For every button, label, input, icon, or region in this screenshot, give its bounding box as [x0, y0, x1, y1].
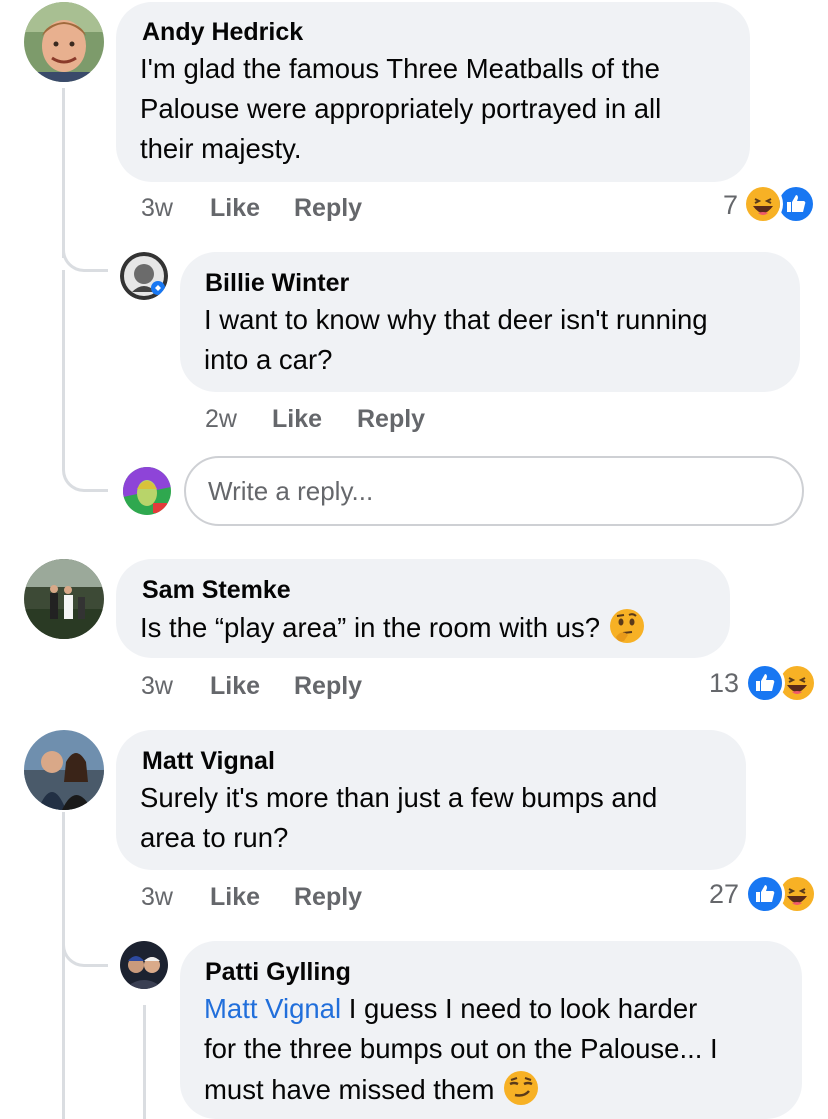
thread-line — [62, 965, 65, 1119]
avatar[interactable] — [24, 730, 104, 810]
comment-text-line: must have missed them — [204, 1069, 540, 1110]
comment-text-line: Palouse were appropriately portrayed in … — [140, 93, 662, 124]
comment-text-line: Is the “play area” in the room with us? — [140, 607, 646, 648]
comment-text-line: I'm glad the famous Three Meatballs of t… — [140, 53, 660, 84]
comment-author[interactable]: Sam Stemke — [142, 575, 291, 605]
like-icon — [745, 663, 785, 703]
comment-time[interactable]: 3w — [141, 671, 173, 701]
reply-button[interactable]: Reply — [294, 671, 362, 701]
comment-time[interactable]: 3w — [141, 882, 173, 912]
reaction-count[interactable]: 7 — [700, 190, 738, 220]
thread-line — [143, 1005, 146, 1119]
comment-author[interactable]: Andy Hedrick — [142, 17, 303, 47]
comment-text-line: area to run? — [140, 822, 289, 853]
avatar — [123, 467, 171, 515]
reply-button[interactable]: Reply — [294, 882, 362, 912]
avatar[interactable] — [24, 559, 104, 639]
reply-input-box[interactable] — [184, 456, 804, 526]
comment-text: must have missed them — [204, 1074, 495, 1105]
comment-text-line: their majesty. — [140, 133, 302, 164]
comment-time[interactable]: 2w — [205, 404, 237, 434]
avatar[interactable] — [120, 941, 168, 989]
thinking-face-icon — [608, 607, 646, 645]
thread-connector — [62, 240, 108, 272]
thread-line — [62, 88, 65, 258]
avatar[interactable] — [120, 252, 168, 300]
mention-link[interactable]: Matt Vignal — [204, 993, 341, 1024]
reply-button[interactable]: Reply — [294, 193, 362, 223]
comment-text-line: I want to know why that deer isn't runni… — [204, 304, 708, 335]
haha-icon — [743, 184, 783, 224]
comment-text: Is the “play area” in the room with us? — [140, 612, 601, 643]
avatar[interactable] — [24, 2, 104, 82]
comment-text: I guess I need to look harder — [341, 993, 698, 1024]
like-button[interactable]: Like — [210, 882, 260, 912]
like-icon — [745, 874, 785, 914]
reply-button[interactable]: Reply — [357, 404, 425, 434]
smirking-face-icon — [502, 1069, 540, 1107]
comment-text-line: for the three bumps out on the Palouse..… — [204, 1033, 718, 1064]
comment-text-line: Matt Vignal I guess I need to look harde… — [204, 989, 697, 1029]
comment-text-line: into a car? — [204, 344, 333, 375]
like-button[interactable]: Like — [210, 671, 260, 701]
like-button[interactable]: Like — [210, 193, 260, 223]
thread-line — [62, 270, 65, 470]
thread-connector — [62, 935, 108, 967]
comment-author[interactable]: Matt Vignal — [142, 746, 275, 776]
like-button[interactable]: Like — [272, 404, 322, 434]
comment-time[interactable]: 3w — [141, 193, 173, 223]
thread-connector — [62, 455, 108, 492]
reaction-count[interactable]: 13 — [695, 668, 739, 698]
reply-input[interactable] — [208, 458, 768, 524]
comment-author[interactable]: Billie Winter — [205, 268, 349, 298]
reaction-count[interactable]: 27 — [695, 879, 739, 909]
comment-text-line: Surely it's more than just a few bumps a… — [140, 782, 658, 813]
comment-author[interactable]: Patti Gylling — [205, 957, 351, 987]
